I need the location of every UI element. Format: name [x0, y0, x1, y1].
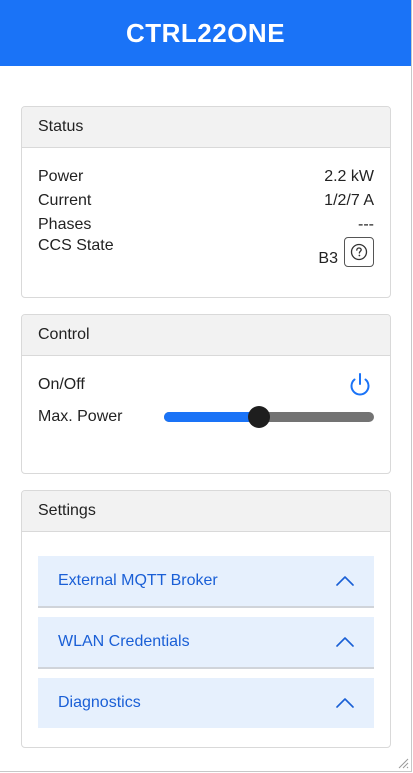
accordion-diagnostics[interactable]: Diagnostics [38, 678, 374, 728]
current-label: Current [38, 192, 92, 209]
power-label: Power [38, 168, 84, 185]
maxpower-label: Max. Power [38, 408, 123, 425]
app-title: CTRL22ONE [125, 17, 286, 48]
app-window: CTRL22ONE Status Power 2.2 kW Current 1/… [0, 0, 412, 772]
status-row-phases: Phases --- [22, 213, 390, 237]
status-title: Status [38, 118, 84, 135]
accordion-mqtt-broker[interactable]: External MQTT Broker [38, 556, 374, 608]
slider-fill [164, 412, 259, 422]
onoff-row: On/Off [22, 368, 390, 402]
accordion-wlan-credentials[interactable]: WLAN Credentials [38, 617, 374, 669]
ccs-help-button[interactable] [344, 237, 374, 267]
status-body: Power 2.2 kW Current 1/2/7 A Phases --- … [22, 148, 390, 267]
accordion-label: Diagnostics [58, 694, 141, 711]
status-card-header: Status [22, 107, 390, 148]
power-icon [350, 373, 370, 396]
phases-label: Phases [38, 216, 92, 233]
status-row-ccs: CCS State B3 [22, 237, 390, 267]
status-row-current: Current 1/2/7 A [22, 189, 390, 213]
control-body: On/Off Max. Power [22, 356, 390, 432]
chevron-up-icon [336, 637, 354, 647]
resize-grip-icon[interactable] [397, 757, 409, 769]
chevron-up-icon [336, 698, 354, 708]
control-title: Control [38, 326, 90, 343]
maxpower-row: Max. Power [22, 402, 390, 432]
ccs-value: B3 [318, 250, 338, 267]
slider-thumb[interactable] [247, 406, 270, 428]
chevron-up-icon [336, 576, 354, 586]
current-value: 1/2/7 A [324, 192, 374, 209]
maxpower-slider[interactable] [164, 405, 374, 429]
settings-card: Settings External MQTT Broker WLAN Crede… [21, 490, 391, 748]
control-card-header: Control [22, 315, 390, 356]
status-row-power: Power 2.2 kW [22, 165, 390, 189]
status-card: Status Power 2.2 kW Current 1/2/7 A Phas… [21, 106, 391, 298]
settings-title: Settings [38, 502, 96, 519]
app-header: CTRL22ONE [0, 0, 411, 66]
accordion-label: External MQTT Broker [58, 572, 218, 589]
question-circle-icon [350, 243, 368, 261]
phases-value: --- [358, 216, 374, 233]
control-card: Control On/Off Max. Power [21, 314, 391, 474]
settings-card-header: Settings [22, 491, 390, 532]
accordion-label: WLAN Credentials [58, 633, 190, 650]
power-value: 2.2 kW [324, 168, 374, 185]
onoff-toggle[interactable] [346, 371, 374, 399]
settings-body: External MQTT Broker WLAN Credentials Di… [22, 532, 390, 728]
onoff-label: On/Off [38, 376, 85, 393]
ccs-label: CCS State [38, 237, 114, 254]
ccs-value-group: B3 [318, 237, 374, 267]
